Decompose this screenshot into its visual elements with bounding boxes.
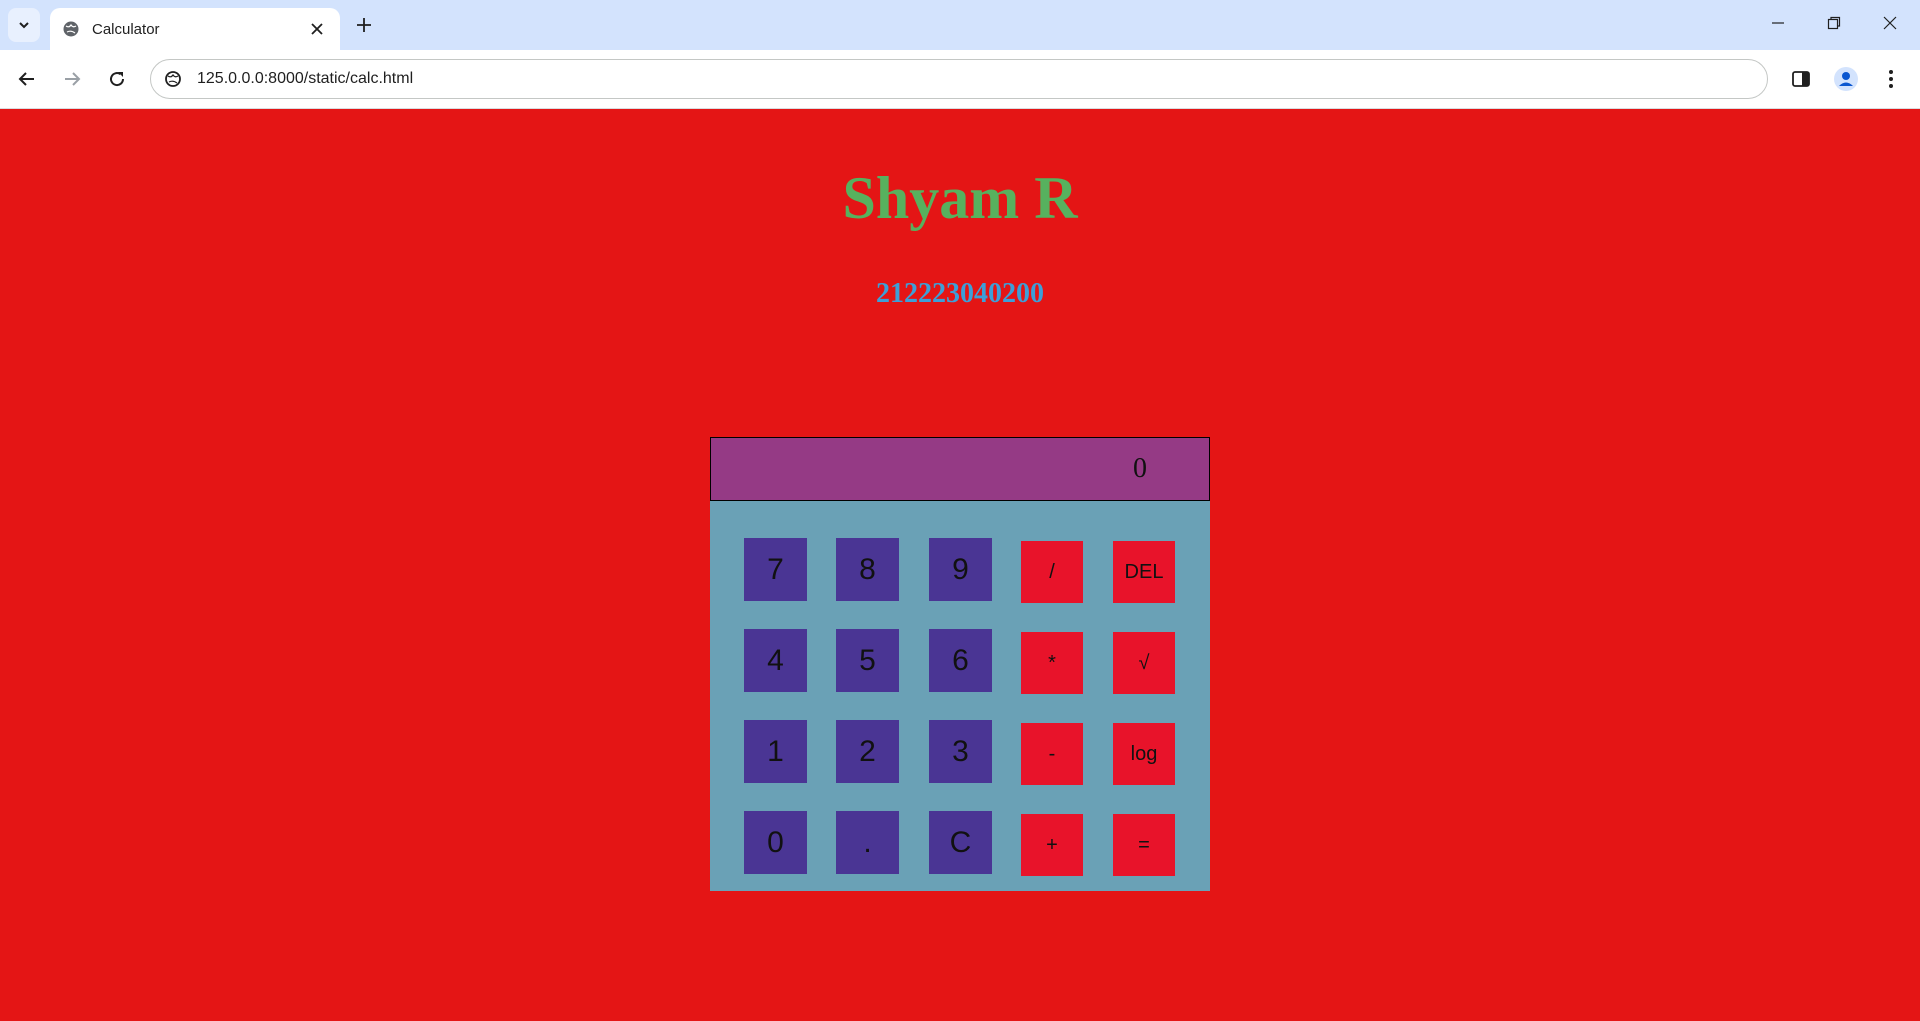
plus-icon — [357, 18, 371, 32]
key-divide[interactable]: / — [1021, 541, 1083, 603]
kebab-menu-icon — [1889, 70, 1893, 88]
key-add[interactable]: + — [1021, 814, 1083, 876]
key-0[interactable]: 0 — [744, 811, 807, 874]
arrow-left-icon — [18, 72, 34, 86]
back-button[interactable] — [9, 61, 45, 97]
close-icon — [1883, 16, 1897, 30]
profile-icon — [1834, 67, 1858, 91]
key-log[interactable]: log — [1113, 723, 1175, 785]
new-tab-button[interactable] — [350, 11, 378, 39]
key-equals[interactable]: = — [1113, 814, 1175, 876]
close-window-button[interactable] — [1862, 0, 1918, 46]
reload-button[interactable] — [99, 61, 135, 97]
key-8[interactable]: 8 — [836, 538, 899, 601]
key-subtract[interactable]: - — [1021, 723, 1083, 785]
key-9[interactable]: 9 — [929, 538, 992, 601]
calculator: 0 7 8 9 / DEL 4 5 6 * √ 1 2 3 - log 0 . … — [710, 437, 1210, 891]
page-content: Shyam R 212223040200 0 7 8 9 / DEL 4 5 6… — [0, 109, 1920, 1021]
tab-calculator[interactable]: Calculator — [50, 8, 340, 50]
key-1[interactable]: 1 — [744, 720, 807, 783]
menu-button[interactable] — [1873, 61, 1909, 97]
tab-strip: Calculator — [0, 0, 1920, 50]
key-sqrt[interactable]: √ — [1113, 632, 1175, 694]
key-6[interactable]: 6 — [929, 629, 992, 692]
tab-search-button[interactable] — [8, 8, 40, 42]
key-7[interactable]: 7 — [744, 538, 807, 601]
side-panel-icon — [1792, 71, 1810, 87]
key-3[interactable]: 3 — [929, 720, 992, 783]
minimize-icon — [1772, 22, 1784, 24]
restore-button[interactable] — [1806, 0, 1862, 46]
tab-title: Calculator — [92, 20, 160, 38]
browser-toolbar: 125.0.0.0:8000/static/calc.html — [0, 50, 1920, 109]
side-panel-button[interactable] — [1783, 61, 1819, 97]
key-multiply[interactable]: * — [1021, 632, 1083, 694]
restore-icon — [1827, 16, 1841, 30]
url-text: 125.0.0.0:8000/static/calc.html — [197, 70, 414, 87]
globe-icon — [62, 20, 80, 38]
forward-button[interactable] — [54, 61, 90, 97]
key-4[interactable]: 4 — [744, 629, 807, 692]
profile-button[interactable] — [1828, 61, 1864, 97]
key-5[interactable]: 5 — [836, 629, 899, 692]
arrow-right-icon — [65, 72, 81, 86]
key-decimal[interactable]: . — [836, 811, 899, 874]
chevron-down-icon — [19, 22, 29, 29]
site-info-icon[interactable] — [163, 69, 183, 89]
tab-close-button[interactable] — [304, 16, 330, 42]
minimize-button[interactable] — [1750, 0, 1806, 46]
reload-icon — [110, 72, 125, 87]
calculator-display: 0 — [710, 437, 1210, 501]
address-bar[interactable]: 125.0.0.0:8000/static/calc.html — [150, 59, 1768, 99]
key-delete[interactable]: DEL — [1113, 541, 1175, 603]
page-title: Shyam R — [842, 165, 1078, 231]
close-icon — [311, 23, 323, 35]
page-subtitle: 212223040200 — [876, 278, 1044, 309]
key-clear[interactable]: C — [929, 811, 992, 874]
key-2[interactable]: 2 — [836, 720, 899, 783]
